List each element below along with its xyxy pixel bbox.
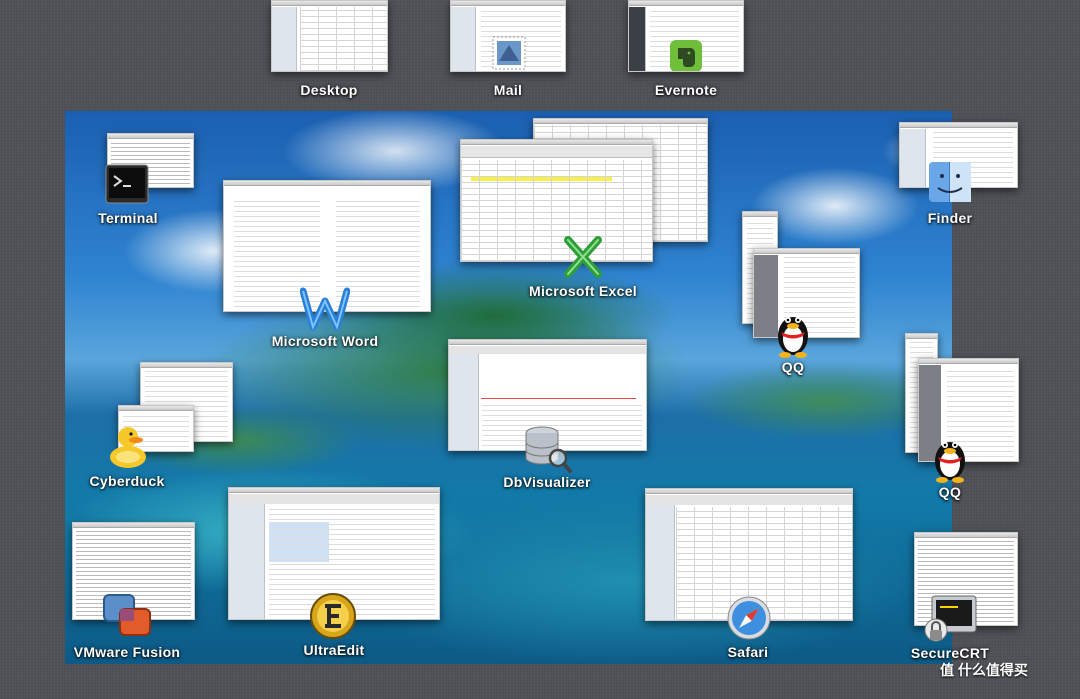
finder-icon xyxy=(929,162,971,202)
titlebar xyxy=(449,340,646,345)
space-mail-thumbnail[interactable] xyxy=(450,0,566,72)
titlebar xyxy=(272,1,387,6)
securecrt-icon xyxy=(924,595,977,642)
qq-label-1: QQ xyxy=(781,359,805,375)
titlebar xyxy=(229,488,439,493)
terminal-label: Terminal xyxy=(98,210,158,226)
word-label: Microsoft Word xyxy=(271,333,379,349)
titlebar xyxy=(915,533,1017,538)
titlebar xyxy=(629,1,743,6)
titlebar xyxy=(534,119,707,124)
toolbar xyxy=(646,495,852,505)
toolbar xyxy=(229,494,439,504)
database-icon xyxy=(525,426,572,473)
titlebar xyxy=(141,363,232,368)
duck-icon xyxy=(110,427,146,468)
excel-icon xyxy=(564,236,602,278)
cyberduck-label: Cyberduck xyxy=(89,473,165,489)
titlebar xyxy=(754,249,859,254)
excel-window-front[interactable] xyxy=(460,139,653,262)
page-sidebar xyxy=(646,505,675,620)
titlebar xyxy=(224,181,430,186)
ultraedit-label: UltraEdit xyxy=(303,642,365,658)
spreadsheet-grid xyxy=(461,160,652,261)
titlebar xyxy=(461,140,652,145)
space-evernote-label: Evernote xyxy=(654,82,718,98)
qq-penguin-icon xyxy=(935,442,965,483)
finder-label: Finder xyxy=(927,210,973,226)
qq-penguin-icon xyxy=(778,317,808,358)
vmware-label: VMware Fusion xyxy=(73,644,181,660)
file-tree xyxy=(229,504,265,619)
word-icon xyxy=(300,287,350,331)
terminal-icon xyxy=(105,164,149,204)
toolbar xyxy=(461,146,652,158)
toolbar xyxy=(449,346,646,354)
sql-editor-line xyxy=(481,398,636,399)
space-desktop-thumbnail[interactable] xyxy=(271,0,388,72)
mail-stamp-icon xyxy=(492,36,526,70)
safari-label: Safari xyxy=(727,644,769,660)
dbvisualizer-label: DbVisualizer xyxy=(503,474,591,490)
database-tree xyxy=(449,354,479,450)
titlebar xyxy=(119,406,193,411)
sidebar xyxy=(272,7,298,71)
sidebar xyxy=(451,7,477,71)
compass-icon xyxy=(727,596,771,640)
vmware-icon xyxy=(103,594,151,636)
spreadsheet-grid xyxy=(299,7,387,71)
titlebar xyxy=(919,359,1018,364)
sidebar xyxy=(629,7,647,71)
titlebar xyxy=(108,134,193,139)
titlebar xyxy=(906,334,937,339)
space-mail-label: Mail xyxy=(493,82,523,98)
ultraedit-icon xyxy=(310,593,356,639)
titlebar xyxy=(743,212,777,217)
space-evernote-thumbnail[interactable] xyxy=(628,0,744,72)
sidebar xyxy=(900,129,926,187)
titlebar xyxy=(646,489,852,494)
titlebar xyxy=(900,123,1017,128)
titlebar xyxy=(73,523,194,528)
excel-label: Microsoft Excel xyxy=(529,283,637,299)
evernote-elephant-icon xyxy=(670,40,702,71)
space-desktop-label: Desktop xyxy=(300,82,358,98)
titlebar xyxy=(451,1,565,6)
watermark-logo: 值 什么值得买 xyxy=(940,657,1028,683)
watermark-text: 值 什么值得买 xyxy=(940,662,1028,678)
qq-label-2: QQ xyxy=(938,484,962,500)
